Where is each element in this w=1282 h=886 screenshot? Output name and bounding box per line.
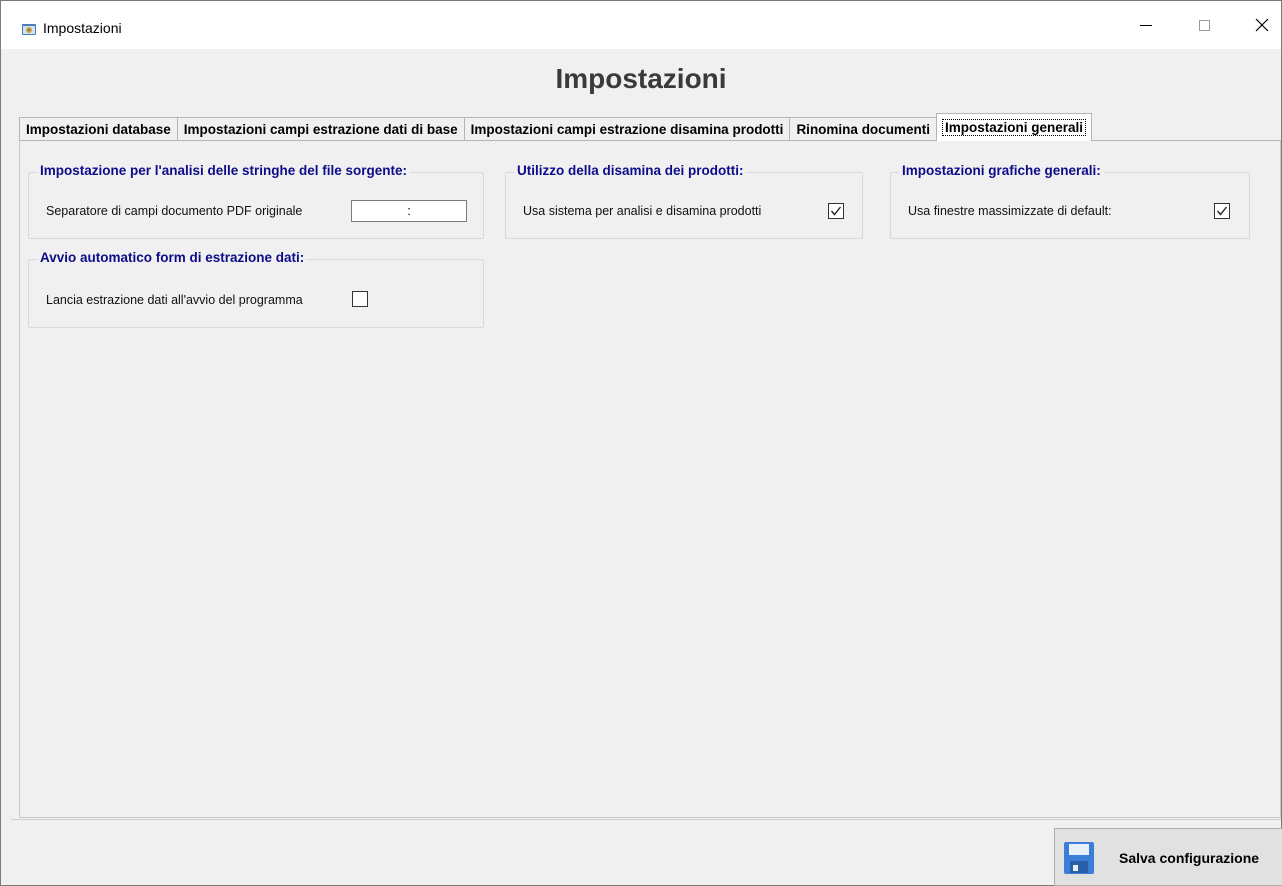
tab-base-fields[interactable]: Impostazioni campi estrazione dati di ba… [176, 117, 465, 141]
tab-label: Rinomina documenti [796, 122, 930, 137]
group-title: Impostazione per l'analisi delle stringh… [37, 163, 411, 178]
separator-label: Separatore di campi documento PDF origin… [46, 204, 303, 218]
product-review-group: Utilizzo della disamina dei prodotti: Us… [505, 163, 863, 239]
product-review-checkbox[interactable] [828, 203, 844, 219]
group-title: Avvio automatico form di estrazione dati… [37, 250, 308, 265]
tab-database[interactable]: Impostazioni database [19, 117, 178, 141]
save-configuration-button[interactable]: Salva configurazione [1054, 828, 1282, 886]
close-button[interactable] [1239, 1, 1282, 49]
group-title: Utilizzo della disamina dei prodotti: [514, 163, 747, 178]
separator-input[interactable]: : [351, 200, 467, 222]
app-icon [22, 24, 36, 35]
close-icon [1255, 18, 1269, 32]
autostart-group: Avvio automatico form di estrazione dati… [28, 250, 484, 328]
autostart-checkbox[interactable] [352, 291, 368, 307]
maximized-windows-label: Usa finestre massimizzate di default: [908, 204, 1112, 218]
autostart-label: Lancia estrazione dati all'avvio del pro… [46, 293, 303, 307]
maximized-windows-checkbox[interactable] [1214, 203, 1230, 219]
maximize-button[interactable] [1181, 1, 1227, 49]
tab-general-settings[interactable]: Impostazioni generali [935, 113, 1092, 141]
title-bar[interactable]: Impostazioni [1, 1, 1281, 49]
save-button-label: Salva configurazione [1119, 850, 1260, 866]
product-review-label: Usa sistema per analisi e disamina prodo… [523, 204, 762, 218]
group-title: Impostazioni grafiche generali: [899, 163, 1104, 178]
minimize-button[interactable] [1123, 1, 1169, 49]
tab-label: Impostazioni campi estrazione disamina p… [470, 122, 784, 137]
string-analysis-group: Impostazione per l'analisi delle stringh… [28, 163, 484, 239]
window-title: Impostazioni [43, 20, 122, 36]
tab-rename-documents[interactable]: Rinomina documenti [789, 117, 937, 141]
checkmark-icon [830, 206, 842, 216]
tab-label: Impostazioni database [26, 122, 171, 137]
tab-product-fields[interactable]: Impostazioni campi estrazione disamina p… [463, 117, 791, 141]
tab-label: Impostazioni generali [941, 119, 1086, 136]
tab-strip: Impostazioni database Impostazioni campi… [19, 113, 1092, 141]
page-heading: Impostazioni [555, 63, 727, 94]
settings-window: Impostazioni Impostazioni Impostazioni d… [0, 0, 1282, 886]
maximize-icon [1198, 19, 1210, 31]
minimize-icon [1140, 24, 1152, 26]
graphics-settings-group: Impostazioni grafiche generali: Usa fine… [890, 163, 1250, 239]
footer-divider [11, 819, 1281, 820]
floppy-disk-icon [1064, 842, 1094, 874]
tab-label: Impostazioni campi estrazione dati di ba… [183, 122, 458, 137]
checkmark-icon [1216, 206, 1228, 216]
general-settings-panel: Impostazione per l'analisi delle stringh… [19, 140, 1281, 818]
